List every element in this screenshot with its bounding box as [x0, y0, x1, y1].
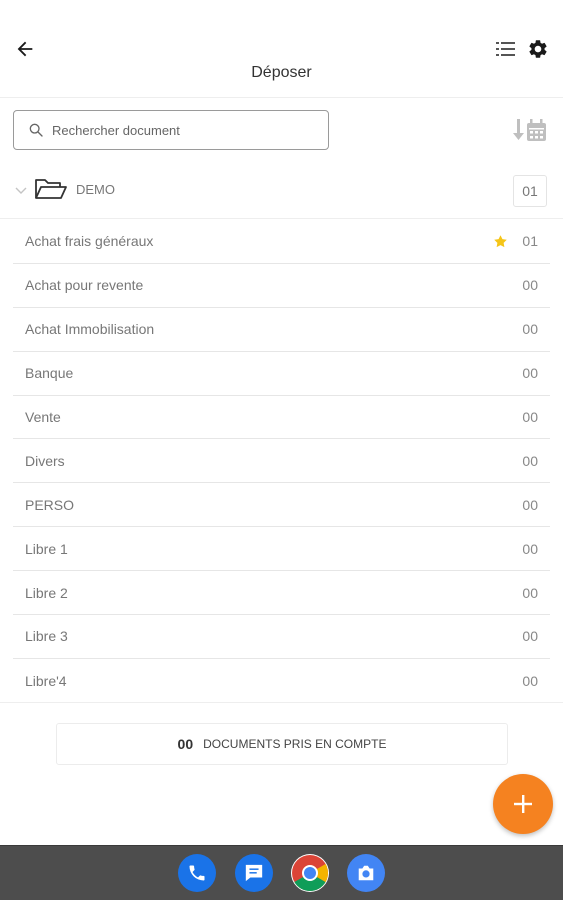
- list-item[interactable]: Achat frais généraux 01: [13, 220, 550, 264]
- list-item-count: 00: [522, 540, 538, 557]
- list-item-count: 00: [522, 409, 538, 425]
- list-item-count: 00: [522, 321, 538, 338]
- list-item-label: Libre 3: [25, 628, 68, 645]
- list-item-count: 00: [522, 672, 538, 689]
- search-input[interactable]: [52, 122, 302, 138]
- camera-icon: [358, 865, 374, 881]
- gear-icon: [529, 40, 547, 58]
- list-item-count: 01: [522, 233, 538, 250]
- list-item-label: PERSO: [25, 496, 75, 513]
- page-title: Déposer: [251, 64, 312, 81]
- list-item-label: Banque: [25, 365, 74, 382]
- list-item-label: Achat frais généraux: [25, 233, 154, 250]
- arrow-left-icon: [17, 41, 33, 57]
- list-item-count: 00: [522, 584, 538, 601]
- list-item-count: 00: [522, 277, 538, 294]
- folder-open-icon: [35, 179, 67, 199]
- list-item-label: Divers: [25, 452, 65, 469]
- list-view-button[interactable]: [493, 36, 519, 62]
- folder-name: DEMO: [76, 182, 115, 197]
- list-item[interactable]: Libre 2 00: [13, 571, 550, 616]
- list-item[interactable]: Libre'4 00: [13, 659, 550, 703]
- list-item[interactable]: Achat Immobilisation 00: [13, 308, 550, 352]
- list-item-count: 00: [522, 365, 538, 382]
- list-item-label: Libre'4: [25, 672, 67, 689]
- messages-app[interactable]: [235, 854, 273, 892]
- sort-calendar-icon: [513, 119, 546, 141]
- phone-icon: [189, 865, 205, 881]
- settings-button[interactable]: [525, 36, 551, 62]
- list-item-label: Libre 1: [25, 540, 68, 557]
- messages-icon: [245, 864, 263, 882]
- summary-count: 00: [177, 736, 194, 752]
- list-item-label: Achat Immobilisation: [25, 321, 155, 338]
- list-item[interactable]: Banque 00: [13, 352, 550, 396]
- phone-app[interactable]: [178, 854, 216, 892]
- camera-app[interactable]: [347, 854, 385, 892]
- list-icon: [496, 42, 515, 56]
- documents-summary: 00 DOCUMENTS PRIS EN COMPTE: [56, 723, 508, 765]
- star-icon[interactable]: [493, 234, 508, 249]
- list-item-label: Achat pour revente: [25, 277, 144, 294]
- folder-count-badge: 01: [513, 175, 547, 207]
- list-item[interactable]: Vente 00: [13, 396, 550, 440]
- back-button[interactable]: [10, 34, 40, 64]
- list-item[interactable]: Divers 00: [13, 439, 550, 484]
- summary-text: DOCUMENTS PRIS EN COMPTE: [203, 737, 387, 751]
- list-item-label: Libre 2: [25, 584, 68, 601]
- list-item[interactable]: Achat pour revente 00: [13, 264, 550, 308]
- list-item[interactable]: PERSO 00: [13, 483, 550, 528]
- list-item-count: 00: [522, 452, 538, 469]
- list-item-label: Vente: [25, 409, 61, 425]
- app-header: Déposer: [0, 0, 563, 98]
- search-icon: [29, 123, 43, 137]
- list-item[interactable]: Libre 3 00: [13, 615, 550, 659]
- list-item-count: 00: [522, 628, 538, 645]
- chrome-app[interactable]: [291, 854, 329, 892]
- plus-icon: [514, 795, 532, 813]
- add-document-button[interactable]: [493, 774, 553, 834]
- list-item[interactable]: Libre 1 00: [13, 527, 550, 572]
- system-dock: [0, 845, 563, 900]
- chrome-icon: [292, 855, 328, 891]
- divider: [0, 218, 563, 219]
- chevron-down-icon[interactable]: [14, 184, 28, 198]
- category-list: Achat frais généraux 01 Achat pour reven…: [13, 220, 550, 703]
- sort-by-date-button[interactable]: [512, 114, 548, 146]
- search-box[interactable]: [13, 110, 329, 150]
- folder-row-demo[interactable]: DEMO 01: [0, 168, 563, 212]
- divider: [0, 702, 563, 703]
- list-item-count: 00: [522, 496, 538, 513]
